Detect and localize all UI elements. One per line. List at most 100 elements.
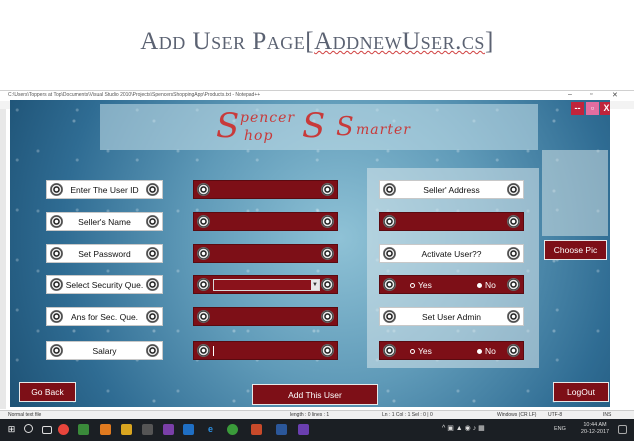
radio-unchecked-icon — [410, 348, 415, 354]
app-icon[interactable] — [78, 424, 89, 435]
user-id-label-text: Enter The User ID — [70, 184, 139, 195]
notepad-minimize-button[interactable]: – — [568, 91, 572, 98]
powerpoint-icon[interactable] — [251, 424, 262, 435]
gear-icon — [321, 247, 334, 260]
gear-icon — [197, 344, 210, 357]
gear-icon — [146, 247, 159, 260]
status-filetype: Normal text file — [8, 412, 42, 418]
slide-title-filename: AddnewUser.cs — [314, 28, 485, 55]
notepad-maximize-button[interactable]: ▫ — [590, 91, 592, 98]
notepad-close-button[interactable]: ✕ — [612, 91, 618, 99]
activate-yes-label: Yes — [418, 280, 432, 290]
gear-icon — [383, 278, 396, 291]
chevron-down-icon[interactable]: ▼ — [311, 280, 319, 290]
spencers-logo: S pencer hop S S marter — [210, 106, 430, 148]
admin-yes-radio[interactable]: Yes — [410, 346, 432, 356]
clock[interactable]: 10:44 AM 20-12-2017 — [578, 422, 612, 436]
app-icon[interactable] — [227, 424, 238, 435]
security-answer-label: Ans for Sec. Que. — [46, 307, 163, 326]
notepad-gutter — [0, 109, 6, 409]
logo-s1: S — [216, 106, 240, 146]
chrome-icon[interactable] — [58, 424, 69, 435]
seller-name-input[interactable] — [193, 212, 338, 231]
security-answer-label-text: Ans for Sec. Que. — [70, 311, 139, 322]
task-view-icon[interactable] — [42, 426, 52, 434]
windows-start-icon[interactable]: ⊞ — [6, 424, 17, 435]
logo-s3: S — [336, 112, 354, 142]
password-label: Set Password — [46, 244, 163, 263]
status-length: length : 0 lines : 1 — [290, 412, 330, 418]
language-indicator[interactable]: ENG — [554, 426, 566, 433]
gear-icon — [507, 183, 520, 196]
activate-user-label: Activate User?? — [379, 244, 524, 263]
add-user-form: S pencer hop S S marter -- ▫ X Enter The… — [10, 100, 610, 407]
radio-checked-icon — [477, 348, 482, 354]
gear-icon — [321, 215, 334, 228]
logo-right-text: marter — [356, 122, 411, 138]
gear-icon — [321, 183, 334, 196]
seller-address-label-text: Seller' Address — [423, 184, 480, 195]
gear-icon — [383, 183, 396, 196]
salary-label: Salary — [46, 341, 163, 360]
clock-time: 10:44 AM — [583, 422, 607, 428]
seller-name-label-text: Seller's Name — [78, 216, 131, 227]
add-user-button[interactable]: Add This User — [252, 384, 378, 405]
app-icon[interactable] — [163, 424, 174, 435]
gear-icon — [50, 215, 63, 228]
edge-icon[interactable]: e — [205, 424, 216, 435]
form-maximize-button[interactable]: ▫ — [586, 102, 599, 115]
logout-button[interactable]: LogOut — [553, 382, 609, 402]
gear-icon — [50, 278, 63, 291]
notification-icon[interactable] — [618, 425, 627, 434]
status-position: Ln : 1 Col : 1 Sel : 0 | 0 — [382, 412, 433, 418]
gear-icon — [197, 310, 210, 323]
app-icon[interactable] — [183, 424, 194, 435]
status-mode: INS — [603, 412, 612, 418]
user-id-label: Enter The User ID — [46, 180, 163, 199]
salary-label-text: Salary — [92, 345, 117, 356]
choose-pic-button[interactable]: Choose Pic — [544, 240, 607, 260]
go-back-button[interactable]: Go Back — [19, 382, 76, 402]
folder-icon[interactable] — [121, 424, 132, 435]
password-input[interactable] — [193, 244, 338, 263]
admin-no-radio[interactable]: No — [477, 346, 496, 356]
gear-icon — [383, 215, 396, 228]
salary-input[interactable] — [193, 341, 338, 360]
gear-icon — [197, 278, 210, 291]
security-question-select[interactable]: ▼ — [213, 279, 320, 291]
gear-icon — [383, 310, 396, 323]
taskbar: ⊞ e ^ ▣ ▲ ◉ ♪ ▦ ENG 10:44 AM 20-12-2017 — [0, 419, 634, 441]
gear-icon — [321, 278, 334, 291]
app-icon[interactable] — [100, 424, 111, 435]
gear-icon — [197, 183, 210, 196]
user-id-input[interactable] — [193, 180, 338, 199]
activate-no-radio[interactable]: No — [477, 280, 496, 290]
word-icon[interactable] — [276, 424, 287, 435]
gear-icon — [507, 215, 520, 228]
form-close-button[interactable]: X — [600, 102, 610, 115]
gear-icon — [507, 278, 520, 291]
tray-icons[interactable]: ^ ▣ ▲ ◉ ♪ ▦ — [442, 425, 485, 432]
set-admin-radio-group: Yes No — [379, 341, 524, 360]
notepad-status-bar: Normal text file length : 0 lines : 1 Ln… — [0, 410, 634, 419]
security-question-label-text: Select Security Que. — [65, 279, 144, 290]
logo-top-text: pencer — [240, 110, 296, 126]
security-answer-input[interactable] — [193, 307, 338, 326]
status-encoding: UTF-8 — [548, 412, 563, 418]
search-icon[interactable] — [24, 424, 33, 433]
tools-icon[interactable] — [142, 424, 153, 435]
seller-address-input[interactable] — [379, 212, 524, 231]
gear-icon — [383, 344, 396, 357]
activate-yes-radio[interactable]: Yes — [410, 280, 432, 290]
security-question-label: Select Security Que. — [46, 275, 163, 294]
password-label-text: Set Password — [78, 248, 131, 259]
clock-date: 20-12-2017 — [580, 429, 610, 435]
status-eol: Windows (CR LF) — [497, 412, 537, 418]
seller-name-label: Seller's Name — [46, 212, 163, 231]
form-minimize-button[interactable]: -- — [571, 102, 584, 115]
activate-user-label-text: Activate User?? — [421, 248, 482, 259]
set-admin-label-text: Set User Admin — [421, 311, 482, 322]
visual-studio-icon[interactable] — [298, 424, 309, 435]
logo-s2: S — [302, 106, 326, 146]
radio-checked-icon — [477, 282, 482, 288]
